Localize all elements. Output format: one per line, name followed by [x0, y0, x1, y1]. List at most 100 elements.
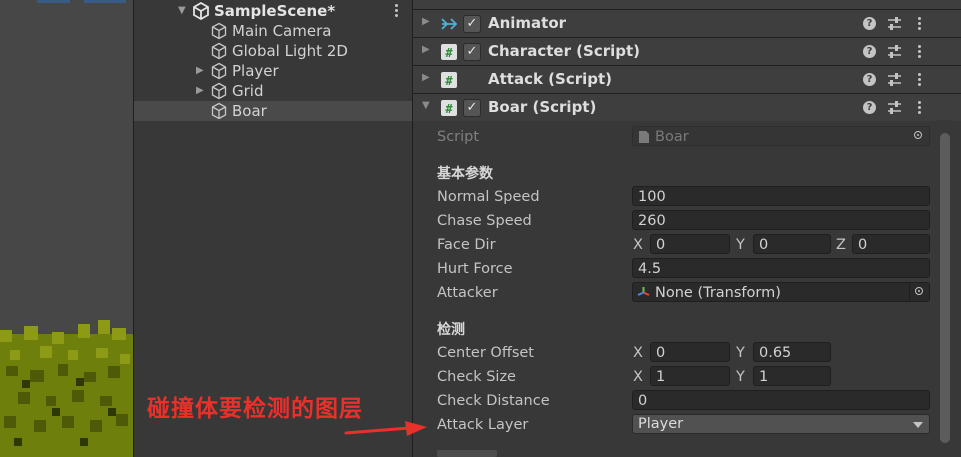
preset-sliders-icon[interactable]: [887, 16, 902, 31]
check-size-label: Check Size: [437, 369, 516, 385]
hurt-force-label: Hurt Force: [437, 261, 513, 277]
next-section-header-partial: [437, 450, 497, 457]
axis-y-label[interactable]: Y: [736, 366, 745, 388]
hierarchy-item-main-camera[interactable]: Main Camera: [134, 21, 412, 41]
gameobject-cube-icon: [211, 82, 227, 100]
help-icon[interactable]: ?: [863, 45, 876, 58]
scene-view[interactable]: [0, 0, 133, 457]
script-icon: #: [441, 44, 457, 60]
axis-x-label[interactable]: X: [633, 234, 643, 256]
face-dir-y-field[interactable]: 0: [753, 234, 831, 254]
kebab-menu-icon[interactable]: [918, 45, 922, 59]
check-distance-label: Check Distance: [437, 393, 550, 409]
check-size-y-field[interactable]: 1: [753, 366, 831, 386]
face-dir-x-field[interactable]: 0: [650, 234, 730, 254]
hierarchy-item-player[interactable]: ▶ Player: [134, 61, 412, 81]
component-title: Boar (Script): [488, 98, 597, 116]
annotation-arrow-icon: [344, 421, 427, 436]
expand-arrow-icon[interactable]: ▶: [196, 61, 204, 81]
dropdown-arrow-icon: [913, 422, 923, 428]
attacker-label: Attacker: [437, 285, 498, 301]
attack-layer-value: Player: [638, 416, 684, 432]
foldout-arrow-icon[interactable]: ▶: [422, 44, 430, 55]
object-picker-icon: [909, 127, 929, 145]
kebab-menu-icon[interactable]: [918, 101, 922, 115]
previous-component-header: [413, 0, 961, 9]
component-enabled-checkbox[interactable]: ✓: [463, 43, 481, 61]
hierarchy-item-label: Main Camera: [232, 22, 332, 40]
component-header-character-script[interactable]: ▶ # ✓ Character (Script) ?: [413, 37, 961, 65]
component-header-attack-script[interactable]: ▶ # Attack (Script) ?: [413, 65, 961, 93]
script-icon: #: [441, 72, 457, 88]
help-icon[interactable]: ?: [863, 73, 876, 86]
expand-arrow-icon[interactable]: ▶: [196, 81, 204, 101]
normal-speed-label: Normal Speed: [437, 189, 540, 205]
gameobject-cube-icon: [211, 62, 227, 80]
section-header-check: 检测: [437, 322, 465, 338]
scrollbar-thumb[interactable]: [940, 133, 950, 443]
preset-sliders-icon[interactable]: [887, 44, 902, 59]
chase-speed-label: Chase Speed: [437, 213, 532, 229]
check-distance-field[interactable]: 0: [632, 390, 930, 410]
gameobject-cube-icon: [211, 42, 227, 60]
hierarchy-item-boar[interactable]: Boar: [134, 101, 412, 121]
hierarchy-item-label: Grid: [232, 82, 264, 100]
object-picker-icon[interactable]: [909, 283, 929, 301]
inspector-panel: ▶ ✓ Animator ? ▶ # ✓ Character (Script) …: [413, 0, 961, 457]
axis-x-label[interactable]: X: [633, 342, 643, 364]
svg-text:#: #: [445, 46, 453, 60]
hierarchy-item-grid[interactable]: ▶ Grid: [134, 81, 412, 101]
hierarchy-scene-row[interactable]: ▼ SampleScene*: [134, 1, 412, 21]
check-size-x-field[interactable]: 1: [650, 366, 730, 386]
axis-z-label[interactable]: Z: [836, 234, 846, 256]
foldout-arrow-icon[interactable]: ▼: [422, 100, 430, 111]
attack-layer-label: Attack Layer: [437, 417, 529, 433]
script-icon: #: [441, 100, 457, 116]
axis-y-label[interactable]: Y: [736, 342, 745, 364]
script-file-icon: [639, 131, 649, 143]
help-icon[interactable]: ?: [863, 17, 876, 30]
kebab-menu-icon[interactable]: [395, 4, 399, 18]
scene-toolbar-button[interactable]: [84, 0, 126, 3]
preset-sliders-icon[interactable]: [887, 72, 902, 87]
expand-arrow-icon[interactable]: ▼: [178, 1, 186, 21]
component-title: Attack (Script): [488, 70, 613, 88]
foldout-arrow-icon[interactable]: ▶: [422, 16, 430, 27]
gameobject-cube-icon: [211, 22, 227, 40]
face-dir-z-field[interactable]: 0: [852, 234, 930, 254]
component-header-boar-script[interactable]: ▼ # ✓ Boar (Script) ?: [413, 93, 961, 121]
gameobject-cube-icon: [211, 102, 227, 120]
preset-sliders-icon[interactable]: [887, 100, 902, 115]
center-offset-x-field[interactable]: 0: [650, 342, 730, 362]
attacker-object-field[interactable]: None (Transform): [632, 282, 930, 302]
component-header-animator[interactable]: ▶ ✓ Animator ?: [413, 9, 961, 37]
attacker-value: None (Transform): [655, 285, 781, 301]
component-enabled-checkbox[interactable]: ✓: [463, 15, 481, 33]
grass-tiles: [0, 320, 133, 457]
scene-toolbar-button[interactable]: [37, 0, 70, 3]
hierarchy-item-global-light-2d[interactable]: Global Light 2D: [134, 41, 412, 61]
script-label: Script: [437, 129, 480, 145]
svg-text:#: #: [445, 74, 453, 88]
axis-x-label[interactable]: X: [633, 366, 643, 388]
attack-layer-dropdown[interactable]: Player: [632, 414, 930, 434]
center-offset-y-field[interactable]: 0.65: [753, 342, 831, 362]
axis-y-label[interactable]: Y: [736, 234, 745, 256]
foldout-arrow-icon[interactable]: ▶: [422, 72, 430, 83]
face-dir-label: Face Dir: [437, 237, 496, 253]
script-object-field: Boar: [632, 126, 930, 146]
annotation-text: 碰撞体要检测的图层: [147, 396, 363, 422]
component-title: Animator: [488, 14, 567, 32]
help-icon[interactable]: ?: [863, 101, 876, 114]
normal-speed-field[interactable]: 100: [632, 186, 930, 206]
svg-text:#: #: [445, 102, 453, 116]
animator-icon: [441, 18, 458, 30]
hurt-force-field[interactable]: 4.5: [632, 258, 930, 278]
kebab-menu-icon[interactable]: [918, 17, 922, 31]
section-header-basic: 基本参数: [437, 166, 493, 182]
center-offset-label: Center Offset: [437, 345, 534, 361]
chase-speed-field[interactable]: 260: [632, 210, 930, 230]
component-enabled-checkbox[interactable]: ✓: [463, 99, 481, 117]
kebab-menu-icon[interactable]: [918, 73, 922, 87]
unity-scene-icon: [193, 2, 209, 20]
